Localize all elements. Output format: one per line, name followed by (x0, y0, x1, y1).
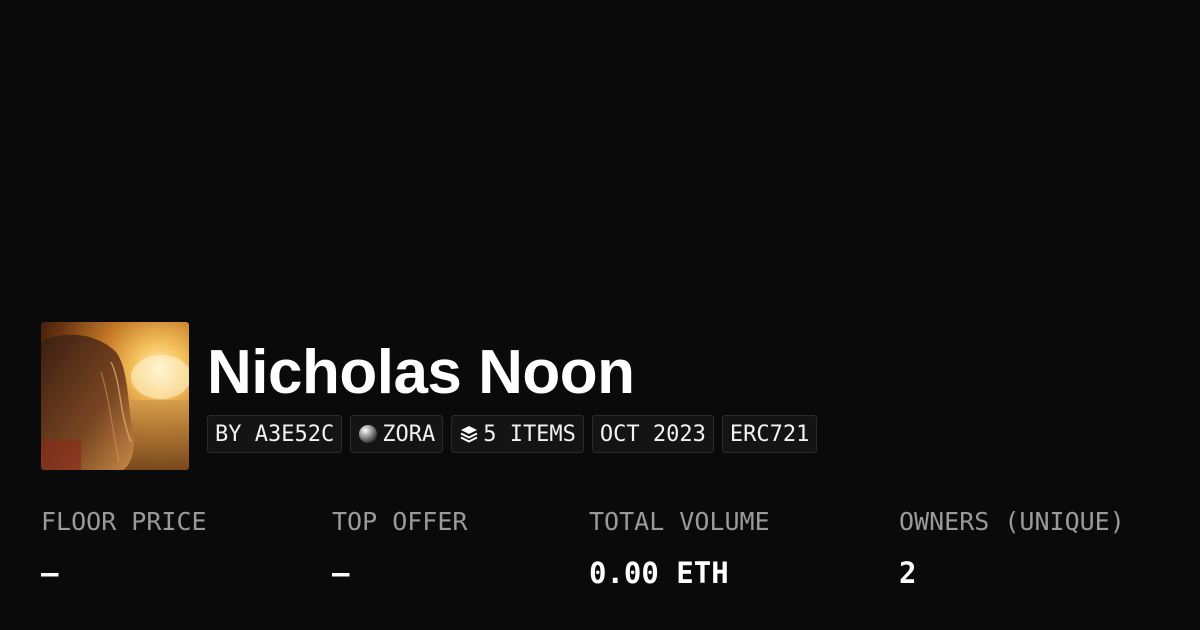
network-label: ZORA (382, 421, 436, 447)
items-chip[interactable]: 5 ITEMS (451, 415, 584, 453)
layers-icon (459, 424, 479, 444)
top-offer-stat: TOP OFFER — (332, 505, 467, 593)
owners-value: 2 (899, 556, 917, 590)
zora-orb-icon (358, 424, 378, 444)
avatar-image (41, 322, 189, 470)
collection-info: Nicholas Noon BY A3E52C ZORA 5 ITEMS OCT… (207, 322, 818, 453)
items-label: 5 ITEMS (483, 421, 576, 447)
network-chip[interactable]: ZORA (350, 415, 444, 453)
collection-title: Nicholas Noon (207, 338, 635, 407)
top-offer-value: — (332, 556, 350, 590)
owners-stat: OWNERS (UNIQUE) 2 (899, 505, 1125, 593)
date-chip: OCT 2023 (591, 415, 714, 453)
total-volume-stat: TOTAL VOLUME 0.00 ETH (589, 505, 770, 593)
collection-stats: FLOOR PRICE — TOP OFFER — TOTAL VOLUME 0… (0, 505, 1200, 605)
floor-price-label: FLOOR PRICE (41, 507, 207, 536)
date-label: OCT 2023 (599, 421, 706, 447)
floor-price-value: — (41, 556, 59, 590)
floor-price-stat: FLOOR PRICE — (41, 505, 207, 593)
collection-header: Nicholas Noon BY A3E52C ZORA 5 ITEMS OCT… (41, 322, 818, 470)
collection-chips: BY A3E52C ZORA 5 ITEMS OCT 2023 ERC721 (207, 415, 818, 453)
standard-chip: ERC721 (721, 415, 818, 453)
collection-avatar (41, 322, 189, 470)
standard-label: ERC721 (729, 421, 810, 447)
total-volume-value: 0.00 ETH (589, 556, 729, 590)
creator-label: BY A3E52C (215, 421, 335, 447)
top-offer-label: TOP OFFER (332, 507, 468, 536)
total-volume-label: TOTAL VOLUME (589, 507, 770, 536)
owners-label: OWNERS (UNIQUE) (899, 507, 1125, 536)
creator-chip[interactable]: BY A3E52C (207, 415, 343, 453)
